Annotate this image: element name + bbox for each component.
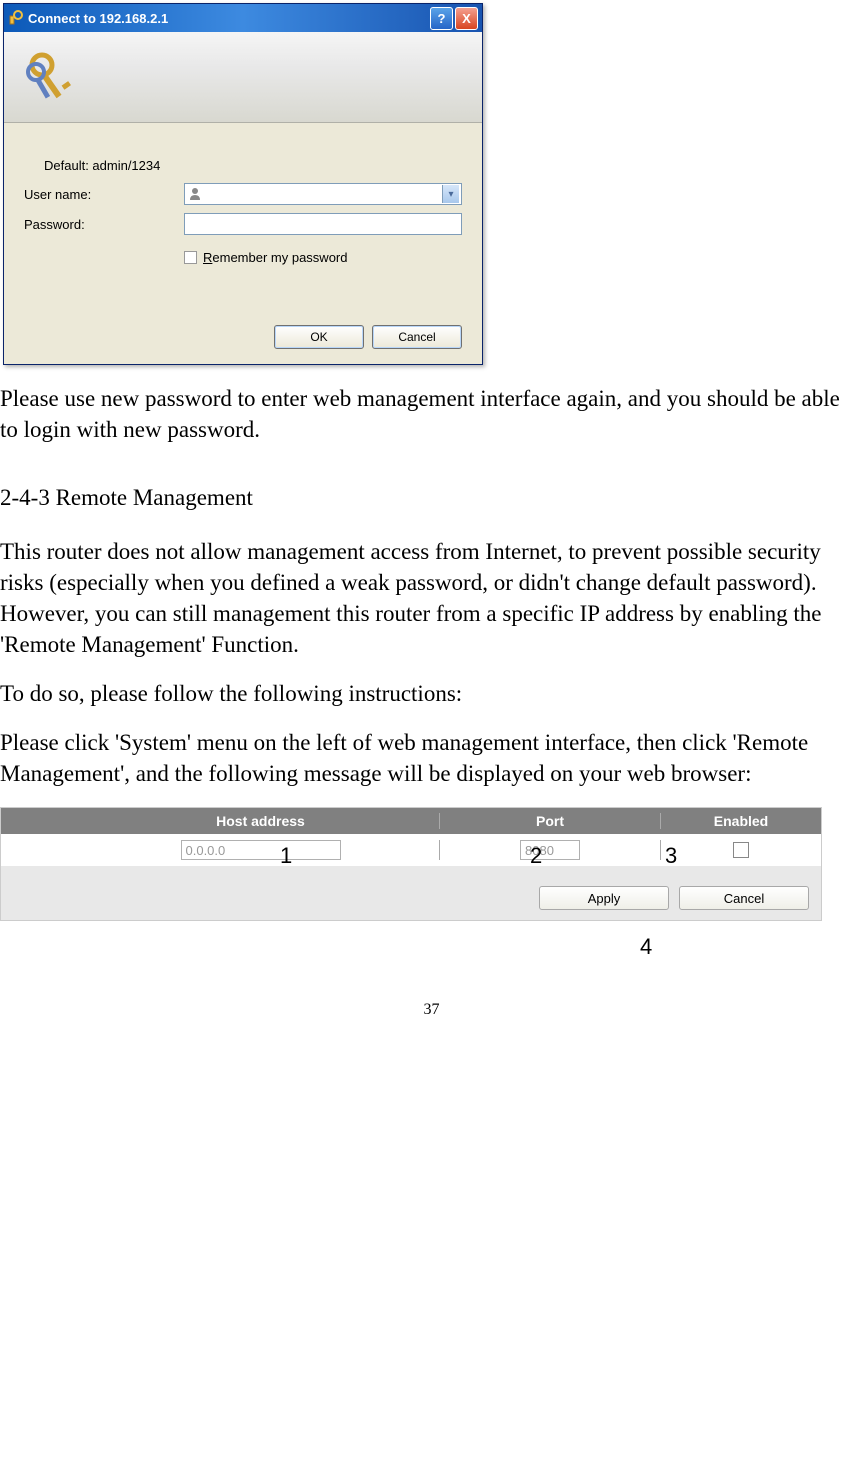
col-host: Host address bbox=[82, 813, 440, 829]
callout-3: 3 bbox=[665, 843, 677, 869]
password-input[interactable] bbox=[184, 213, 462, 235]
help-button[interactable]: ? bbox=[430, 7, 453, 30]
col-enabled: Enabled bbox=[661, 813, 821, 829]
paragraph-4: Please click 'System' menu on the left o… bbox=[0, 727, 863, 789]
chevron-down-icon[interactable]: ▾ bbox=[442, 185, 459, 203]
username-input[interactable]: ▾ bbox=[184, 183, 462, 205]
port-input[interactable] bbox=[520, 840, 580, 860]
auth-dialog: Connect to 192.168.2.1 ? X Default: admi… bbox=[3, 3, 483, 365]
router-cancel-button[interactable]: Cancel bbox=[679, 886, 809, 910]
apply-button[interactable]: Apply bbox=[539, 886, 669, 910]
page-number: 37 bbox=[0, 1001, 863, 1019]
paragraph-1: Please use new password to enter web man… bbox=[0, 383, 863, 445]
enabled-checkbox[interactable] bbox=[733, 842, 749, 858]
cancel-button[interactable]: Cancel bbox=[372, 325, 462, 349]
table-header: Host address Port Enabled bbox=[1, 808, 821, 834]
close-button[interactable]: X bbox=[455, 7, 478, 30]
default-credentials-hint: Default: admin/1234 bbox=[24, 158, 462, 173]
section-heading: 2-4-3 Remote Management bbox=[0, 485, 863, 511]
remember-label: Remember my password bbox=[203, 250, 348, 265]
callout-4: 4 bbox=[640, 934, 652, 960]
dialog-app-icon bbox=[8, 10, 24, 26]
callout-2: 2 bbox=[530, 843, 542, 869]
dialog-titlebar[interactable]: Connect to 192.168.2.1 ? X bbox=[4, 4, 482, 32]
table-row bbox=[1, 834, 821, 866]
paragraph-3: To do so, please follow the following in… bbox=[0, 678, 863, 709]
dialog-banner bbox=[4, 32, 482, 123]
remember-checkbox[interactable] bbox=[184, 251, 197, 264]
ok-button[interactable]: OK bbox=[274, 325, 364, 349]
password-label: Password: bbox=[24, 217, 184, 232]
dialog-title: Connect to 192.168.2.1 bbox=[28, 11, 428, 26]
keys-icon bbox=[24, 47, 84, 107]
username-label: User name: bbox=[24, 187, 184, 202]
host-input[interactable] bbox=[181, 840, 341, 860]
user-icon bbox=[187, 186, 203, 202]
col-port: Port bbox=[440, 813, 661, 829]
callout-1: 1 bbox=[280, 843, 292, 869]
remote-mgmt-panel: Host address Port Enabled Apply Cancel bbox=[0, 807, 822, 921]
paragraph-2: This router does not allow management ac… bbox=[0, 536, 863, 660]
